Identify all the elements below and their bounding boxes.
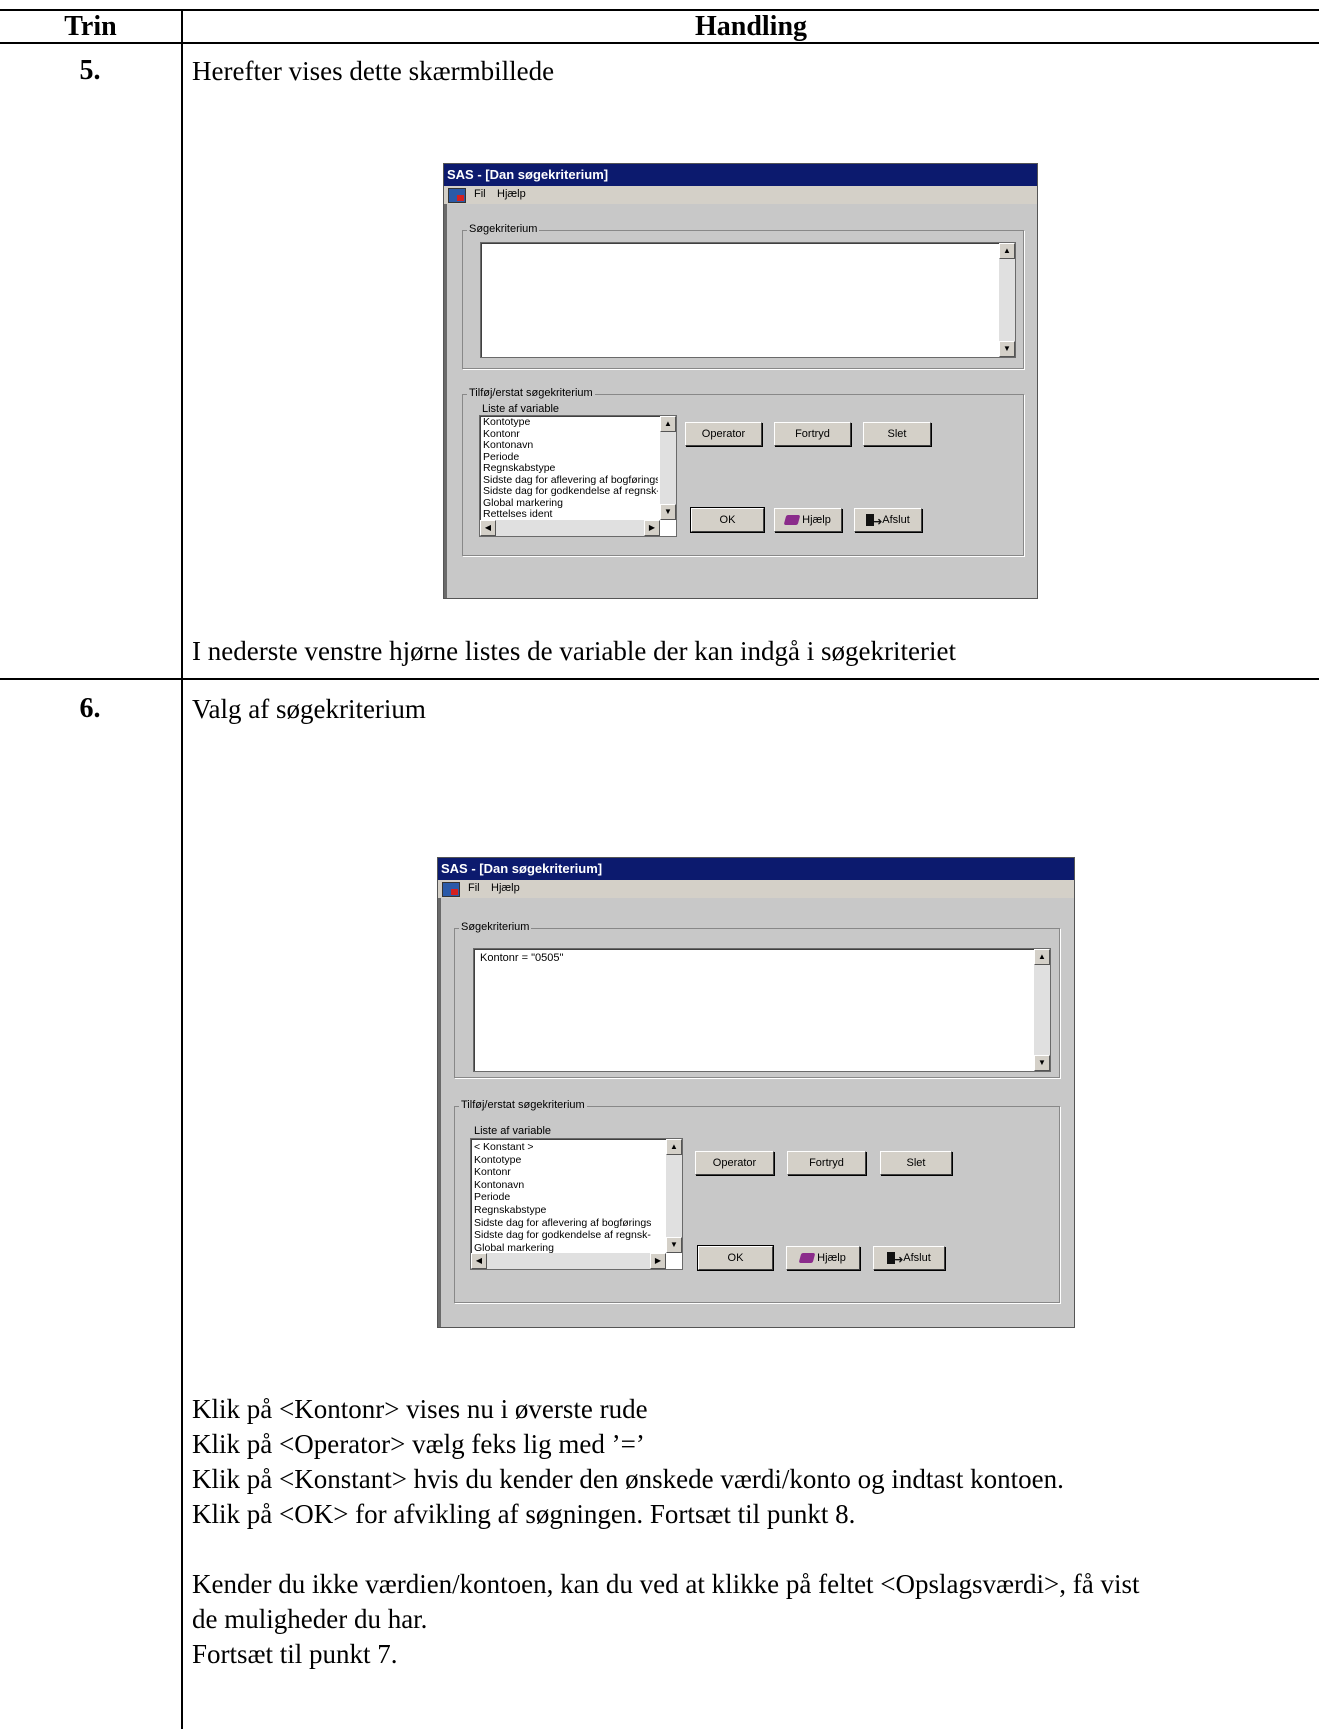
criteria-group-label: Søgekriterium xyxy=(467,223,540,235)
list-item[interactable]: Sidste dag for godkendelse af regnsk- xyxy=(483,486,658,498)
scroll-down-button[interactable]: ▼ xyxy=(660,504,676,520)
window-title: SAS - [Dan søgekriterium] xyxy=(444,164,1037,186)
scroll-left-button[interactable]: ◀ xyxy=(480,520,496,536)
app-icon xyxy=(442,882,460,897)
window-edge xyxy=(444,204,447,598)
variables-listbox[interactable]: < Konstant > Kontotype Kontonr Kontonavn… xyxy=(470,1138,683,1270)
criteria-value: Kontonr = "0505" xyxy=(480,952,564,964)
afslut-button[interactable]: Afslut xyxy=(873,1246,945,1271)
scroll-up-button[interactable]: ▲ xyxy=(666,1139,682,1155)
menu-hjaelp[interactable]: Hjælp xyxy=(497,188,526,200)
scroll-right-button[interactable]: ▶ xyxy=(650,1253,666,1269)
ok-button[interactable]: OK xyxy=(697,1245,774,1271)
list-hscroll[interactable]: ◀ ▶ xyxy=(480,520,660,536)
list-item[interactable]: Kontonr xyxy=(483,429,658,441)
add-group-label: Tilføj/erstat søgekriterium xyxy=(467,387,595,399)
scroll-up-button[interactable]: ▲ xyxy=(660,416,676,432)
step-number: 5. xyxy=(79,55,101,86)
scroll-up-button[interactable]: ▲ xyxy=(999,243,1015,259)
list-item[interactable]: Sidste dag for aflevering af bogførings xyxy=(483,475,658,487)
variables-items: < Konstant > Kontotype Kontonr Kontonavn… xyxy=(474,1141,664,1254)
instruction-line: Klik på <Konstant> hvis du kender den øn… xyxy=(192,1464,1064,1494)
ok-button[interactable]: OK xyxy=(690,507,765,533)
list-vscroll[interactable]: ▲ ▼ xyxy=(666,1139,682,1253)
list-item[interactable]: Periode xyxy=(483,452,658,464)
hjaelp-button[interactable]: Hjælp xyxy=(774,508,842,532)
header-trin: Trin xyxy=(64,11,117,42)
scroll-up-button[interactable]: ▲ xyxy=(1034,949,1050,965)
list-item[interactable]: Kontonavn xyxy=(474,1179,664,1192)
scroll-down-button[interactable]: ▼ xyxy=(1034,1055,1050,1071)
criteria-group-label: Søgekriterium xyxy=(459,921,532,933)
instruction-line: Klik på <OK> for afvikling af søgningen.… xyxy=(192,1499,856,1529)
list-item[interactable]: Sidste dag for aflevering af bogførings xyxy=(474,1217,664,1230)
hjaelp-label: Hjælp xyxy=(802,514,831,526)
criteria-textarea[interactable]: ▲ ▼ xyxy=(480,242,1016,358)
menu-fil[interactable]: Fil xyxy=(474,188,486,200)
step-note: I nederste venstre hjørne listes de vari… xyxy=(192,636,956,666)
hjaelp-button[interactable]: Hjælp xyxy=(786,1246,860,1270)
help-book-icon xyxy=(798,1253,816,1264)
afslut-label: Afslut xyxy=(882,514,910,526)
slet-button[interactable]: Slet xyxy=(863,422,931,446)
add-group-label: Tilføj/erstat søgekriterium xyxy=(459,1099,587,1111)
instruction-line: Klik på <Operator> vælg feks lig med ’=’ xyxy=(192,1429,645,1459)
afslut-label: Afslut xyxy=(903,1252,931,1264)
afslut-button[interactable]: Afslut xyxy=(854,508,922,533)
list-item[interactable]: Regnskabstype xyxy=(474,1204,664,1217)
instruction-line: de muligheder du har. xyxy=(192,1604,428,1634)
instruction-line: Fortsæt til punkt 7. xyxy=(192,1639,398,1669)
list-item[interactable]: Periode xyxy=(474,1191,664,1204)
header-divider xyxy=(0,42,1319,44)
criteria-scrollbar[interactable]: ▲ ▼ xyxy=(999,243,1015,357)
scroll-down-button[interactable]: ▼ xyxy=(999,341,1015,357)
fortryd-button[interactable]: Fortryd xyxy=(774,422,851,446)
criteria-textarea[interactable]: Kontonr = "0505" ▲ ▼ xyxy=(473,948,1051,1072)
list-vscroll[interactable]: ▲ ▼ xyxy=(660,416,676,520)
list-item[interactable]: Regnskabstype xyxy=(483,463,658,475)
criteria-scrollbar[interactable]: ▲ ▼ xyxy=(1034,949,1050,1071)
instruction-line: Kender du ikke værdien/kontoen, kan du v… xyxy=(192,1569,1140,1599)
menu-hjaelp[interactable]: Hjælp xyxy=(491,882,520,894)
instruction-line: Klik på <Kontonr> vises nu i øverste rud… xyxy=(192,1394,648,1424)
hjaelp-label: Hjælp xyxy=(817,1252,846,1264)
variables-items: Kontotype Kontonr Kontonavn Periode Regn… xyxy=(483,417,658,521)
menu-bar: Fil Hjælp xyxy=(438,880,1074,898)
list-item[interactable]: < Konstant > xyxy=(474,1141,664,1154)
help-book-icon xyxy=(783,515,801,526)
list-hscroll[interactable]: ◀ ▶ xyxy=(471,1253,666,1269)
app-icon xyxy=(448,188,466,203)
list-item[interactable]: Sidste dag for godkendelse af regnsk- xyxy=(474,1229,664,1242)
slet-button[interactable]: Slet xyxy=(880,1151,952,1175)
row-divider xyxy=(0,678,1319,680)
list-item[interactable]: Kontotype xyxy=(474,1154,664,1167)
operator-button[interactable]: Operator xyxy=(685,422,762,446)
scroll-right-button[interactable]: ▶ xyxy=(644,520,660,536)
variables-label: Liste af variable xyxy=(472,1125,554,1137)
window-edge xyxy=(438,898,441,1327)
variables-label: Liste af variable xyxy=(480,403,562,415)
step-number: 6. xyxy=(79,693,101,724)
scroll-down-button[interactable]: ▼ xyxy=(666,1237,682,1253)
list-item[interactable]: Kontonr xyxy=(474,1166,664,1179)
scroll-left-button[interactable]: ◀ xyxy=(471,1253,487,1269)
list-item[interactable]: Rettelses ident xyxy=(483,509,658,521)
window-title: SAS - [Dan søgekriterium] xyxy=(438,858,1074,880)
list-item[interactable]: Global markering xyxy=(483,498,658,510)
exit-door-icon xyxy=(887,1249,903,1271)
list-item[interactable]: Kontonavn xyxy=(483,440,658,452)
fortryd-button[interactable]: Fortryd xyxy=(787,1151,866,1175)
operator-button[interactable]: Operator xyxy=(695,1151,774,1175)
dialog-screenshot: SAS - [Dan søgekriterium] Fil Hjælp Søge… xyxy=(437,857,1075,1328)
menu-bar: Fil Hjælp xyxy=(444,186,1037,204)
dialog-screenshot: SAS - [Dan søgekriterium] Fil Hjælp Søge… xyxy=(443,163,1038,599)
menu-fil[interactable]: Fil xyxy=(468,882,480,894)
step-intro: Herefter vises dette skærmbillede xyxy=(192,56,555,86)
variables-listbox[interactable]: Kontotype Kontonr Kontonavn Periode Regn… xyxy=(479,415,677,537)
step-intro: Valg af søgekriterium xyxy=(192,694,426,724)
column-divider xyxy=(181,9,183,1729)
exit-door-icon xyxy=(866,511,882,533)
list-item[interactable]: Kontotype xyxy=(483,417,658,429)
header-handling: Handling xyxy=(694,11,808,42)
